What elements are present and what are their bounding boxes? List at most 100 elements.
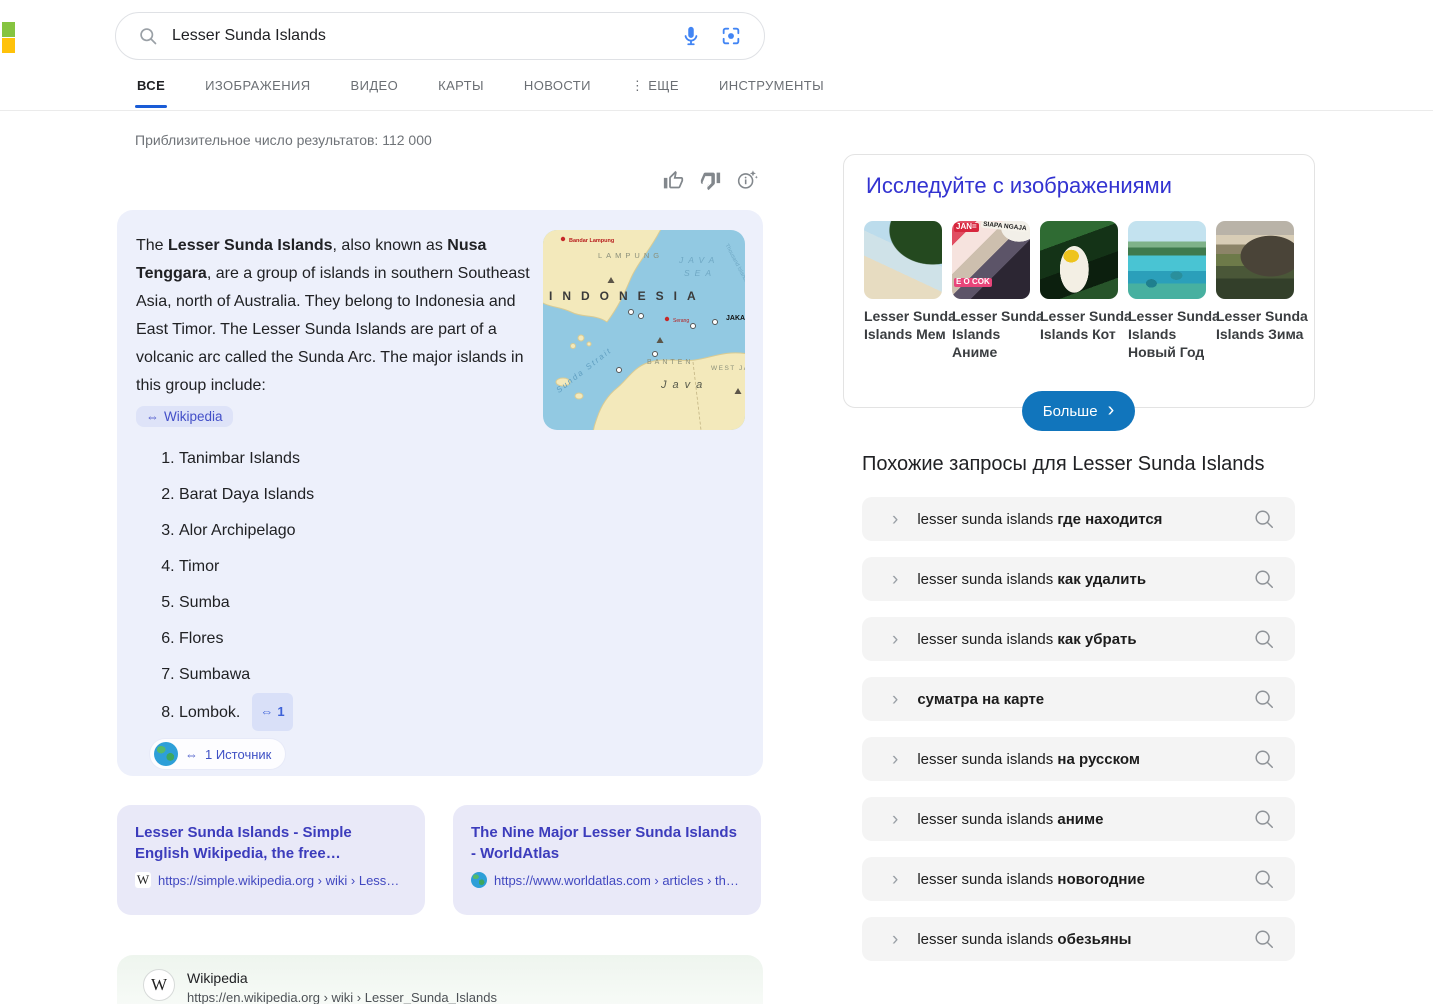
list-item: Timor (179, 549, 540, 585)
image-thumbnail[interactable] (1216, 221, 1294, 299)
island-name: Timor (179, 558, 220, 575)
source-chip-wikipedia[interactable]: Wikipedia (136, 406, 233, 427)
source-card-url: https://simple.wikipedia.org › wiki › Le… (158, 872, 400, 888)
thumb-overlay-text: E O COK (954, 277, 992, 287)
more-images-button[interactable]: Больше › (1022, 391, 1135, 431)
image-caption[interactable]: Lesser Sunda Islands Аниме (952, 307, 1044, 361)
query-prefix: lesser sunda islands (917, 630, 1058, 648)
citation-badge[interactable]: 1 (252, 693, 293, 731)
svg-text:Serang: Serang (673, 318, 689, 324)
related-query-pill[interactable]: › lesser sunda islands как убрать (862, 617, 1295, 661)
island-name: Flores (179, 630, 224, 647)
island-name: Lombok. (179, 704, 241, 721)
related-query-pill[interactable]: › lesser sunda islands новогодние (862, 857, 1295, 901)
sources-label: 1 Источник (205, 746, 272, 762)
header-divider (0, 110, 1433, 111)
search-tab[interactable]: ВИДЕО (351, 78, 399, 107)
image-thumbnail[interactable] (1040, 221, 1118, 299)
microphone-icon[interactable] (680, 25, 702, 47)
search-tab[interactable]: НОВОСТИ (524, 78, 591, 107)
svg-text:SEA: SEA (684, 268, 716, 278)
query-prefix: lesser sunda islands (917, 750, 1058, 768)
image-result[interactable]: Lesser Sunda Islands Зима (1216, 221, 1308, 361)
image-result[interactable]: Lesser Sunda Islands Новый Год (1128, 221, 1220, 361)
more-dots-icon: ⋮ (630, 78, 645, 93)
search-tab[interactable]: КАРТЫ (438, 78, 484, 107)
related-query-pill[interactable]: › lesser sunda islands как удалить (862, 557, 1295, 601)
related-query-pill[interactable]: › суматра на карте (862, 677, 1295, 721)
image-thumbnail[interactable]: JAN= SIAPA NGAJA E O COK (952, 221, 1030, 299)
query-prefix: lesser sunda islands (917, 930, 1058, 948)
image-caption[interactable]: Lesser Sunda Islands Зима (1216, 307, 1308, 343)
search-tab[interactable]: ИНСТРУМЕНТЫ (719, 78, 824, 107)
image-search-lens-icon[interactable] (720, 25, 742, 47)
query-prefix: lesser sunda islands (917, 870, 1058, 888)
related-query-pill[interactable]: › lesser sunda islands на русском (862, 737, 1295, 781)
wikipedia-favicon (143, 969, 175, 1001)
ai-info-icon[interactable] (735, 168, 759, 192)
search-icon (1255, 930, 1273, 948)
chevron-right-icon: › (892, 688, 899, 710)
thumbs-up-icon[interactable] (661, 168, 685, 192)
svg-text:Java: Java (660, 379, 708, 391)
query-prefix: lesser sunda islands (917, 510, 1058, 528)
list-item: Sumbawa (179, 657, 540, 693)
link-icon (260, 694, 273, 730)
chevron-right-icon: › (892, 568, 899, 590)
query-bold-part: на русском (1057, 750, 1140, 768)
search-tab[interactable]: ВСЕ (134, 78, 168, 108)
image-caption[interactable]: Lesser Sunda Islands Кот (1040, 307, 1132, 343)
svg-text:BANTEN: BANTEN (647, 359, 693, 366)
related-query-text: lesser sunda islands аниме (917, 811, 1253, 828)
tab-label: ЕЩЕ (648, 78, 679, 93)
image-thumbnail[interactable] (1128, 221, 1206, 299)
image-result[interactable]: Lesser Sunda Islands Мем (864, 221, 956, 361)
search-tab[interactable]: ИЗОБРАЖЕНИЯ (205, 78, 310, 107)
source-card-title[interactable]: The Nine Major Lesser Sunda Islands - Wo… (471, 822, 743, 864)
source-card-url: https://www.worldatlas.com › articles › … (494, 872, 739, 888)
image-results: Lesser Sunda Islands Мем JAN= SIAPA NGAJ… (864, 221, 1308, 361)
island-name: Sumbawa (179, 666, 251, 683)
search-icon (1255, 750, 1273, 768)
tab-label: ИЗОБРАЖЕНИЯ (205, 78, 311, 93)
query-bold-part: аниме (1057, 810, 1104, 828)
images-panel-title[interactable]: Исследуйте с изображениями (866, 173, 1172, 199)
image-result[interactable]: Lesser Sunda Islands Кот (1040, 221, 1132, 361)
related-query-pill[interactable]: › lesser sunda islands где находится (862, 497, 1295, 541)
related-query-pill[interactable]: › lesser sunda islands аниме (862, 797, 1295, 841)
organic-result[interactable]: Wikipedia https://en.wikipedia.org › wik… (117, 955, 763, 1004)
map-image[interactable]: Bandar Lampung LAMPUNG JAVA SEA INDONESI… (543, 230, 745, 430)
thumbs-down-icon[interactable] (698, 168, 722, 192)
image-result[interactable]: JAN= SIAPA NGAJA E O COK Lesser Sunda Is… (952, 221, 1044, 361)
chevron-right-icon: › (892, 808, 899, 830)
list-item: Flores (179, 621, 540, 657)
thumb-overlay-text: JAN= (954, 222, 979, 232)
source-card-title[interactable]: Lesser Sunda Islands - Simple English Wi… (135, 822, 407, 864)
search-icon (1255, 870, 1273, 888)
featured-snippet-card: The Lesser Sunda Islands, also known as … (117, 210, 763, 776)
source-card[interactable]: The Nine Major Lesser Sunda Islands - Wo… (453, 805, 761, 915)
search-input[interactable] (172, 27, 680, 45)
chevron-right-icon: › (892, 748, 899, 770)
island-name: Tanimbar Islands (179, 450, 300, 467)
search-bar[interactable] (115, 12, 765, 60)
citation-number: 1 (277, 704, 285, 719)
image-caption[interactable]: Lesser Sunda Islands Мем (864, 307, 956, 343)
tab-label: ИНСТРУМЕНТЫ (718, 78, 824, 93)
search-icon (1255, 570, 1273, 588)
related-query-text: lesser sunda islands обезьяны (917, 931, 1253, 948)
image-caption[interactable]: Lesser Sunda Islands Новый Год (1128, 307, 1220, 361)
tab-label: КАРТЫ (438, 78, 484, 93)
snippet-segment: , also known as (332, 237, 448, 254)
source-chip-label: Wikipedia (164, 409, 223, 424)
source-card[interactable]: Lesser Sunda Islands - Simple English Wi… (117, 805, 425, 915)
image-thumbnail[interactable] (864, 221, 942, 299)
query-bold-part: как убрать (1057, 630, 1137, 648)
logo-green-square (2, 22, 15, 37)
query-bold-part: как удалить (1057, 570, 1147, 588)
sources-pill[interactable]: 1 Источник (150, 739, 286, 769)
chevron-right-icon: › (892, 628, 899, 650)
related-query-text: суматра на карте (917, 691, 1253, 708)
search-tab[interactable]: ⋮ ЕЩЕ (631, 78, 679, 107)
related-query-pill[interactable]: › lesser sunda islands обезьяны (862, 917, 1295, 961)
